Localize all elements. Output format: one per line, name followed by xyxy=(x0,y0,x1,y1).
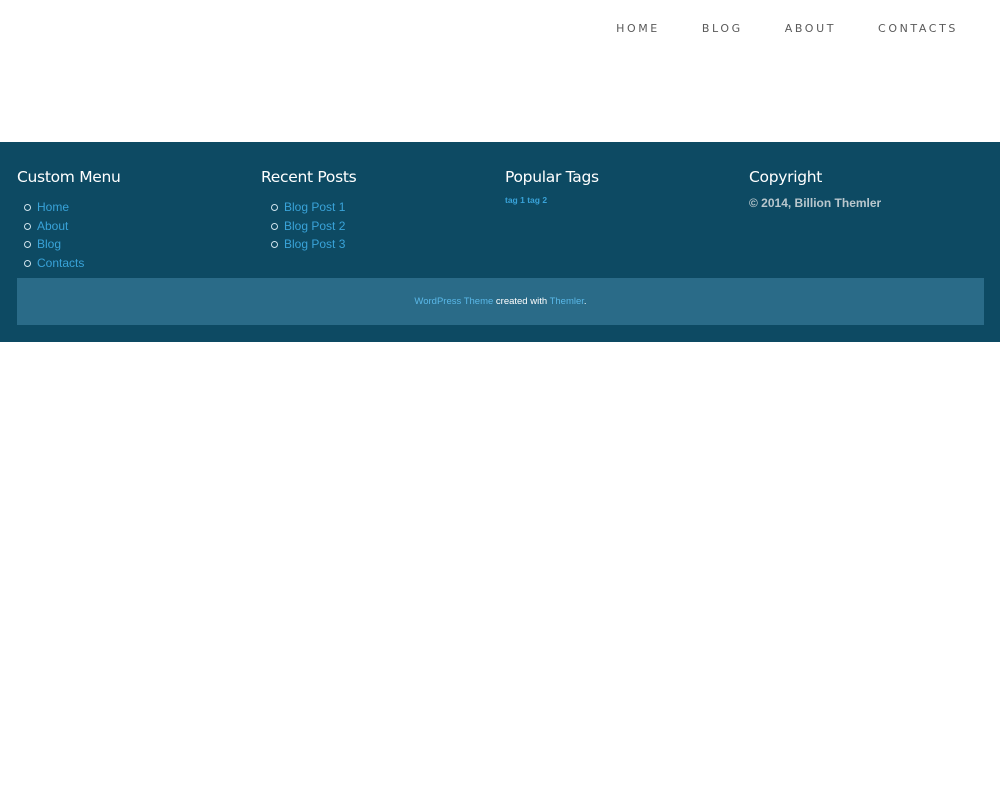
copyright-text: © 2014, Billion Themler xyxy=(749,196,882,210)
themler-link[interactable]: Themler xyxy=(550,296,584,307)
credits-middle-text: created with xyxy=(493,296,550,307)
popular-tags-title: Popular Tags xyxy=(505,168,599,186)
menu-link-contacts[interactable]: Contacts xyxy=(37,256,84,270)
menu-link-about[interactable]: About xyxy=(37,219,68,233)
footer-widgets: Custom Menu Home About Blog Contacts Rec… xyxy=(17,142,983,278)
nav-home[interactable]: HOME xyxy=(574,21,660,37)
list-item: Blog Post 2 xyxy=(271,217,505,236)
copyright-widget: Copyright © 2014, Billion Themler xyxy=(749,166,983,278)
popular-tags-widget: Popular Tags tag 1 tag 2 xyxy=(505,166,749,278)
main-nav: HOME BLOG ABOUT CONTACTS xyxy=(574,21,958,37)
wordpress-theme-link[interactable]: WordPress Theme xyxy=(414,296,493,307)
custom-menu-widget: Custom Menu Home About Blog Contacts xyxy=(17,166,261,278)
list-item: About xyxy=(24,217,261,236)
list-item: Blog Post 3 xyxy=(271,235,505,254)
menu-link-blog[interactable]: Blog xyxy=(37,237,61,251)
tag-link-1[interactable]: tag 1 xyxy=(505,195,525,205)
post-link-2[interactable]: Blog Post 2 xyxy=(284,219,345,233)
list-item: Home xyxy=(24,198,261,217)
tag-link-2[interactable]: tag 2 xyxy=(527,195,547,205)
recent-posts-list: Blog Post 1 Blog Post 2 Blog Post 3 xyxy=(261,198,505,254)
menu-link-home[interactable]: Home xyxy=(37,200,69,214)
site-footer: Custom Menu Home About Blog Contacts Rec… xyxy=(0,142,1000,342)
list-item: Blog Post 1 xyxy=(271,198,505,217)
recent-posts-title: Recent Posts xyxy=(261,168,357,186)
post-link-1[interactable]: Blog Post 1 xyxy=(284,200,345,214)
credits-end-text: . xyxy=(583,296,587,307)
list-item: Contacts xyxy=(24,254,261,273)
tag-cloud: tag 1 tag 2 xyxy=(505,195,749,205)
nav-blog[interactable]: BLOG xyxy=(660,21,743,37)
copyright-title: Copyright xyxy=(749,168,823,186)
site-header: HOME BLOG ABOUT CONTACTS xyxy=(0,0,1000,142)
credits-bar: WordPress Theme created with Themler. xyxy=(17,278,984,325)
custom-menu-title: Custom Menu xyxy=(17,168,121,186)
nav-about[interactable]: ABOUT xyxy=(743,21,836,37)
recent-posts-widget: Recent Posts Blog Post 1 Blog Post 2 Blo… xyxy=(261,166,505,278)
custom-menu-list: Home About Blog Contacts xyxy=(17,198,261,272)
list-item: Blog xyxy=(24,235,261,254)
nav-contacts[interactable]: CONTACTS xyxy=(836,21,958,37)
post-link-3[interactable]: Blog Post 3 xyxy=(284,237,345,251)
